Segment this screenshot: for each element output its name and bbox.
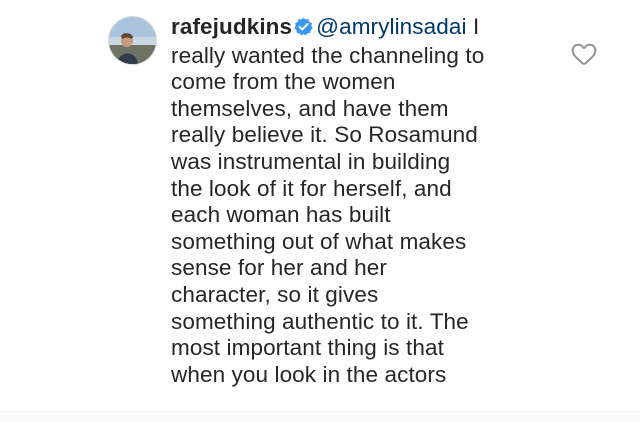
comment-line-13: when you look in the actors <box>171 361 447 387</box>
bottom-divider <box>0 411 640 422</box>
heart-outline-icon <box>571 43 597 65</box>
comment-line-11: something authentic to it. The <box>171 308 469 334</box>
comment-mention[interactable]: @amrylinsadai <box>316 14 466 39</box>
comment-text: rafejudkins @amrylinsadai Ireally wanted … <box>171 14 543 388</box>
avatar[interactable] <box>108 16 157 65</box>
comment-line-5: was instrumental in building <box>171 148 451 174</box>
comment-line-6: the look of it for herself, and <box>171 175 452 201</box>
comment-line-12: most important thing is that <box>171 335 444 361</box>
comment-username[interactable]: rafejudkins <box>171 14 292 39</box>
comment-line-10: character, so it gives <box>171 281 379 307</box>
comment-line-1: really wanted the channeling to <box>171 42 485 68</box>
comment-line-0: I <box>466 14 480 39</box>
comment-line-9: sense for her and her <box>171 255 387 281</box>
comment-line-3: themselves, and have them <box>171 95 449 121</box>
like-button[interactable] <box>570 40 598 68</box>
verified-badge-icon <box>294 16 313 43</box>
comment-line-4: really believe it. So Rosamund <box>171 122 478 148</box>
comment-line-7: each woman has built <box>171 202 391 228</box>
comment: rafejudkins @amrylinsadai Ireally wanted … <box>0 0 640 422</box>
profile-photo-icon <box>109 17 156 64</box>
comment-line-2: come from the women <box>171 69 396 95</box>
comment-line-8: something out of what makes <box>171 228 467 254</box>
